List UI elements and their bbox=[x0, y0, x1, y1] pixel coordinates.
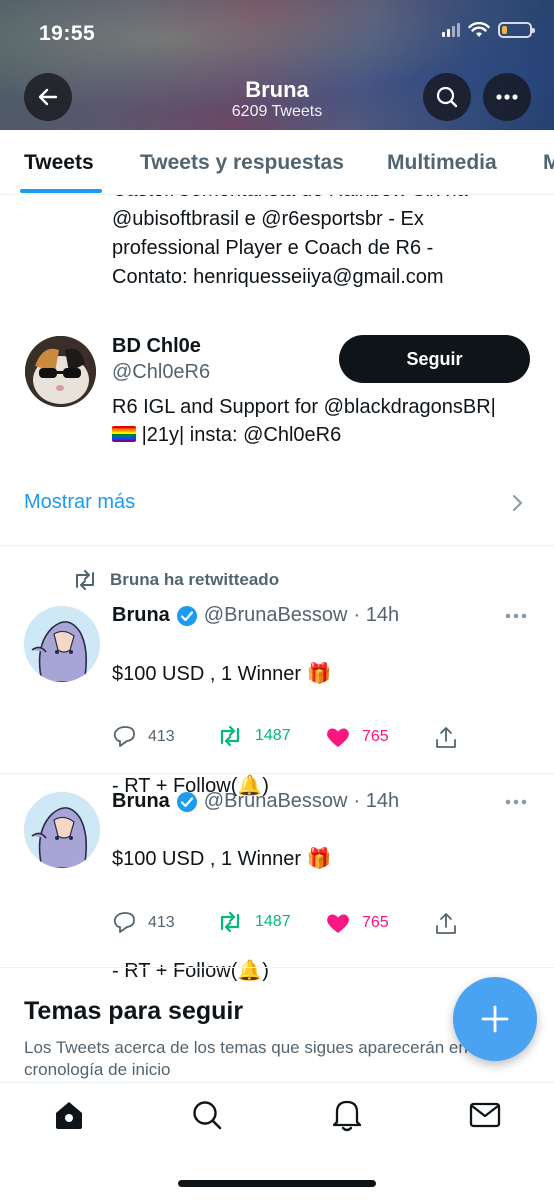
reply-icon bbox=[113, 726, 135, 747]
verified-badge-icon bbox=[176, 605, 197, 626]
retweet-icon bbox=[220, 726, 240, 746]
header-more-button[interactable] bbox=[483, 73, 531, 121]
tweet-author-name[interactable]: Bruna bbox=[112, 790, 170, 813]
home-icon bbox=[56, 1102, 82, 1129]
tweet-author-handle[interactable]: @BrunaBessow bbox=[204, 790, 348, 813]
profile-tabs: Tweets Tweets y respuestas Multimedia M bbox=[0, 130, 554, 195]
compose-tweet-button[interactable] bbox=[453, 977, 537, 1061]
status-time: 19:55 bbox=[39, 22, 96, 45]
tweet-header: Bruna @BrunaBessow · 14h bbox=[112, 604, 399, 627]
tweet-time: · 14h bbox=[353, 790, 400, 812]
tweet-count: 6209 Tweets bbox=[231, 103, 323, 120]
messages-icon bbox=[469, 1102, 501, 1128]
show-more-link[interactable]: Mostrar más bbox=[24, 491, 135, 514]
section-divider bbox=[0, 545, 554, 546]
nav-messages[interactable] bbox=[467, 1097, 503, 1133]
retweet-button[interactable]: 1487 bbox=[217, 726, 291, 746]
reply-button[interactable]: 413 bbox=[112, 912, 175, 934]
more-icon[interactable] bbox=[505, 613, 527, 619]
avatar[interactable] bbox=[24, 606, 100, 682]
profile-header: 19:55 Bruna 6209 Tweets bbox=[0, 0, 554, 130]
share-button[interactable] bbox=[434, 912, 458, 936]
reply-icon bbox=[113, 912, 135, 933]
retweet-icon bbox=[220, 912, 240, 932]
section-divider bbox=[0, 967, 554, 968]
share-icon bbox=[436, 727, 456, 748]
notifications-icon bbox=[332, 1100, 362, 1132]
tweet-header: Bruna @BrunaBessow · 14h bbox=[112, 790, 399, 813]
topics-description: Los Tweets acerca de los temas que sigue… bbox=[24, 1038, 487, 1079]
reply-button[interactable]: 413 bbox=[112, 726, 175, 748]
suggested-user-name[interactable]: BD Chl0e bbox=[112, 335, 201, 358]
chevron-right-icon bbox=[513, 495, 523, 511]
verified-badge-icon bbox=[176, 791, 197, 812]
active-tab-indicator bbox=[20, 189, 102, 193]
search-icon bbox=[436, 86, 458, 108]
home-indicator[interactable] bbox=[178, 1180, 376, 1187]
nav-search[interactable] bbox=[189, 1097, 225, 1133]
nav-notifications[interactable] bbox=[329, 1097, 365, 1133]
retweet-context: Bruna ha retwitteado bbox=[72, 570, 279, 590]
tweet-actions: 413 1487 765 bbox=[112, 912, 472, 942]
plus-icon bbox=[481, 1005, 509, 1033]
tweet-divider bbox=[0, 773, 554, 774]
avatar[interactable] bbox=[24, 792, 100, 868]
tweet-retweeted[interactable]: Bruna ha retwitteado Bruna @BrunaBessow … bbox=[0, 570, 554, 797]
tweet-author-handle[interactable]: @BrunaBessow bbox=[204, 604, 348, 627]
signal-icon bbox=[442, 23, 460, 37]
search-icon bbox=[193, 1101, 222, 1130]
battery-icon bbox=[498, 22, 535, 38]
tab-tweets-replies[interactable]: Tweets y respuestas bbox=[140, 151, 344, 175]
tab-media[interactable]: Multimedia bbox=[387, 151, 497, 175]
header-search-button[interactable] bbox=[423, 73, 471, 121]
wifi-icon bbox=[468, 22, 490, 37]
suggested-user-bio: R6 IGL and Support for @blackdragonsBR| … bbox=[112, 396, 496, 446]
share-button[interactable] bbox=[434, 726, 458, 750]
retweet-icon bbox=[76, 570, 94, 590]
topics-title: Temas para seguir bbox=[24, 997, 244, 1025]
nav-home[interactable] bbox=[51, 1097, 87, 1133]
tab-likes[interactable]: M bbox=[543, 151, 554, 175]
tweet[interactable]: Bruna @BrunaBessow · 14h $100 USD , 1 Wi… bbox=[0, 786, 554, 982]
tab-tweets[interactable]: Tweets bbox=[24, 151, 94, 175]
heart-icon bbox=[327, 728, 349, 747]
suggested-user-handle: @Chl0eR6 bbox=[112, 361, 211, 383]
retweet-button[interactable]: 1487 bbox=[217, 912, 291, 932]
tweet-actions: 413 1487 765 bbox=[112, 726, 472, 756]
tweet-time: · 14h bbox=[353, 604, 400, 626]
status-icons bbox=[442, 22, 535, 38]
rainbow-flag-icon bbox=[112, 426, 136, 442]
share-icon bbox=[436, 913, 456, 934]
like-button[interactable]: 765 bbox=[326, 726, 389, 748]
more-icon[interactable] bbox=[505, 799, 527, 805]
like-button[interactable]: 765 bbox=[326, 912, 389, 934]
more-icon bbox=[496, 94, 518, 100]
heart-icon bbox=[327, 914, 349, 933]
tweet-author-name[interactable]: Bruna bbox=[112, 604, 170, 627]
suggested-user-avatar[interactable] bbox=[25, 336, 96, 407]
follow-button[interactable]: Seguir bbox=[339, 335, 530, 383]
